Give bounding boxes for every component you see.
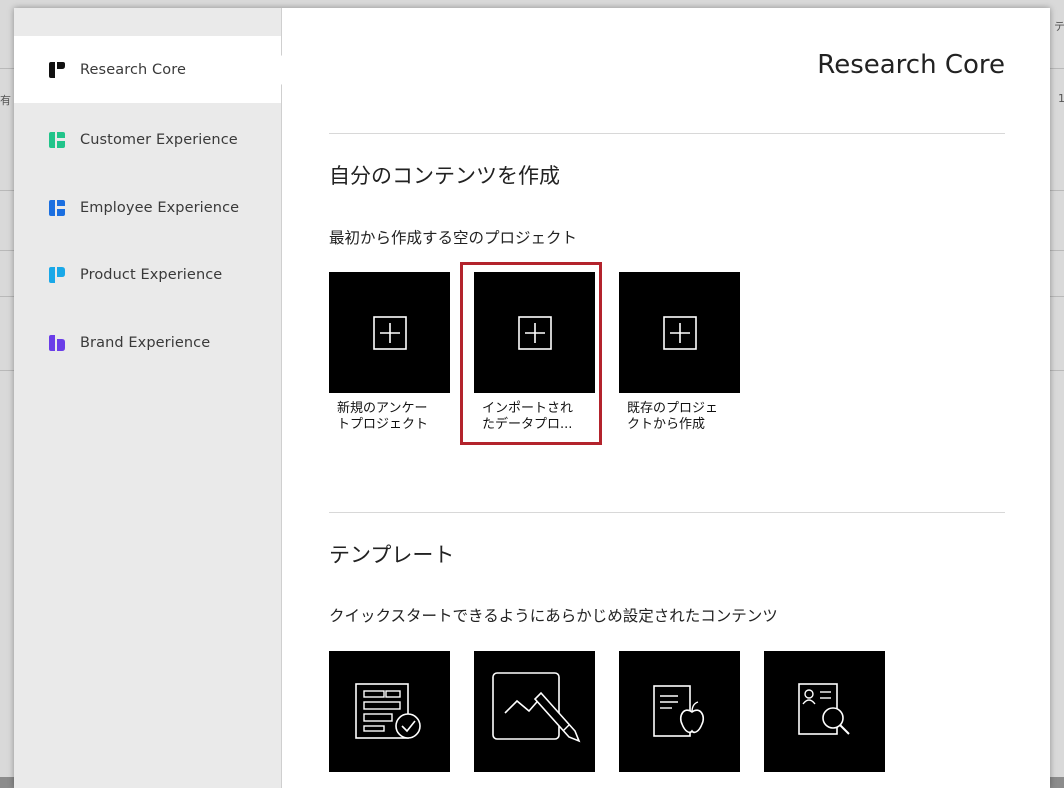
main-content: Research Core 自分のコンテンツを作成 最初から作成する空のプロジェ…	[282, 8, 1050, 788]
plus-icon	[662, 315, 697, 350]
from-existing-project-tile[interactable]: 既存のプロジェ クトから作成	[619, 272, 740, 440]
product-experience-icon	[49, 266, 65, 283]
tile-image	[619, 651, 740, 772]
tile-image	[474, 272, 595, 393]
sidebar-item-product-experience[interactable]: Product Experience	[14, 241, 281, 308]
plus-icon	[517, 315, 552, 350]
whiteboard-pen-icon	[491, 671, 580, 742]
brand-experience-icon	[49, 334, 65, 351]
tile-image	[474, 651, 595, 772]
customer-experience-icon	[49, 131, 65, 148]
background-text: 1	[1058, 92, 1064, 105]
tile-image	[329, 272, 450, 393]
sidebar-item-label: Customer Experience	[80, 131, 238, 148]
tile-caption-line: 新規のアンケー	[337, 401, 428, 416]
employee-experience-icon	[49, 199, 65, 216]
background-text: テ	[1054, 20, 1064, 33]
tile-caption-line: クトから作成	[627, 417, 706, 432]
template-tile[interactable]	[329, 651, 450, 772]
page-title: Research Core	[817, 50, 1005, 80]
tile-image	[619, 272, 740, 393]
tile-caption-line: 既存のプロジェ	[627, 401, 719, 416]
template-tile[interactable]	[619, 651, 740, 772]
template-section-subtitle: クイックスタートできるようにあらかじめ設定されたコンテンツ	[329, 607, 778, 625]
tile-caption: 新規のアンケー トプロジェクト	[329, 393, 450, 440]
sidebar-item-research-core[interactable]: Research Core	[14, 36, 295, 103]
tile-image	[764, 651, 885, 772]
tile-caption-line: トプロジェクト	[337, 417, 429, 432]
sidebar-item-label: Research Core	[80, 61, 186, 78]
sidebar-item-label: Brand Experience	[80, 334, 211, 351]
tile-image	[329, 651, 450, 772]
sidebar-item-brand-experience[interactable]: Brand Experience	[14, 309, 281, 376]
research-core-icon	[49, 61, 65, 78]
plus-icon	[372, 315, 407, 350]
template-section-title: テンプレート	[329, 543, 455, 567]
create-section-subtitle: 最初から作成する空のプロジェクト	[329, 229, 578, 247]
product-sidebar: Research Core Customer Experience Employ…	[14, 8, 295, 788]
imported-data-project-tile[interactable]: インポートされ たデータプロ...	[474, 272, 595, 440]
sidebar-item-label: Employee Experience	[80, 199, 240, 216]
template-tile[interactable]	[474, 651, 595, 772]
background-text: 有	[0, 94, 11, 107]
template-tile[interactable]	[764, 651, 885, 772]
section-divider	[329, 133, 1005, 134]
profile-search-icon	[797, 682, 850, 735]
tile-caption-line: インポートされ	[482, 401, 574, 416]
tile-caption: インポートされ たデータプロ...	[474, 393, 595, 440]
tile-caption: 既存のプロジェ クトから作成	[619, 393, 740, 440]
tile-caption-line: たデータプロ...	[482, 417, 573, 432]
form-check-icon	[354, 682, 421, 739]
sidebar-item-customer-experience[interactable]: Customer Experience	[14, 106, 281, 173]
section-divider	[329, 512, 1005, 513]
sidebar-item-label: Product Experience	[80, 266, 223, 283]
document-apple-icon	[652, 684, 704, 737]
sidebar-item-employee-experience[interactable]: Employee Experience	[14, 174, 281, 241]
create-project-modal: Research Core Customer Experience Employ…	[14, 8, 1050, 788]
create-section-title: 自分のコンテンツを作成	[329, 164, 560, 188]
new-survey-project-tile[interactable]: 新規のアンケー トプロジェクト	[329, 272, 450, 440]
